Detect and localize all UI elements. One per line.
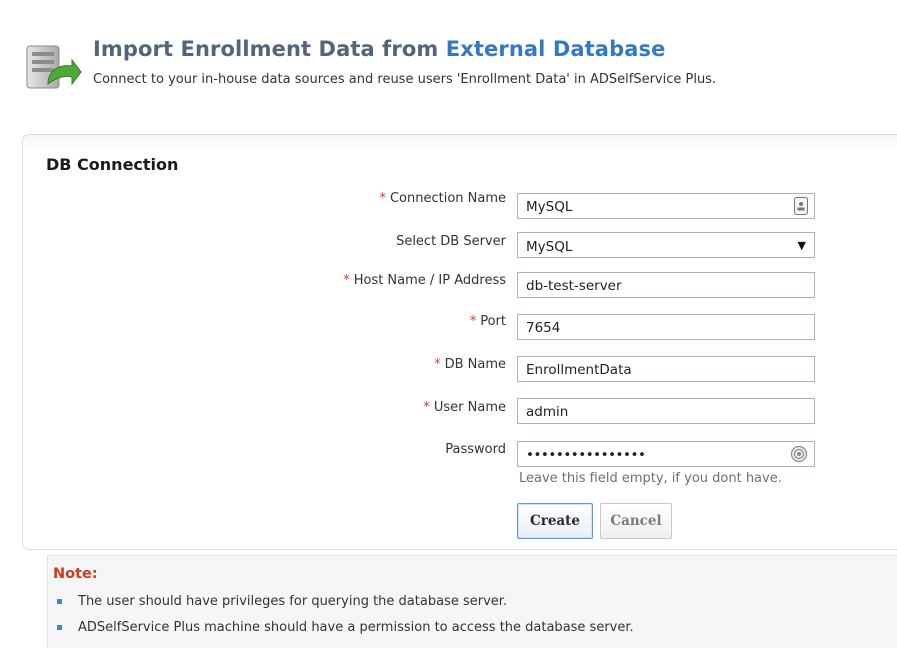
bullet-icon xyxy=(57,625,62,630)
page-title-accent: External Database xyxy=(445,37,666,61)
db-name-label-text: DB Name xyxy=(444,357,506,372)
host-label-text: Host Name / IP Address xyxy=(353,273,506,288)
required-marker: * xyxy=(343,273,350,288)
db-server-label: Select DB Server xyxy=(396,234,506,249)
port-label: * Port xyxy=(470,314,506,329)
port-label-text: Port xyxy=(480,314,506,329)
note-title: Note: xyxy=(53,566,98,582)
note-item-text: The user should have privileges for quer… xyxy=(78,594,508,609)
password-value: •••••••••••••••• xyxy=(526,447,646,463)
port-value: 7654 xyxy=(526,320,561,336)
db-server-select[interactable]: MySQL ▼ xyxy=(517,232,815,258)
page-subtitle: Connect to your in-house data sources an… xyxy=(93,72,717,87)
required-marker: * xyxy=(423,400,430,415)
section-title: DB Connection xyxy=(46,155,179,174)
contact-card-icon[interactable] xyxy=(794,197,808,224)
password-hint: Leave this field empty, if you dont have… xyxy=(519,471,782,486)
db-name-label: * DB Name xyxy=(434,357,506,372)
user-name-input[interactable]: admin xyxy=(517,398,815,424)
database-import-icon xyxy=(24,40,82,94)
host-value: db-test-server xyxy=(526,278,622,294)
note-item: ADSelfService Plus machine should have a… xyxy=(57,620,634,635)
create-button[interactable]: Create xyxy=(517,503,593,539)
host-label: * Host Name / IP Address xyxy=(343,273,506,288)
password-input[interactable]: •••••••••••••••• xyxy=(517,441,815,467)
required-marker: * xyxy=(469,314,477,329)
connection-name-label-text: Connection Name xyxy=(389,191,506,206)
db-name-value: EnrollmentData xyxy=(526,362,632,378)
port-input[interactable]: 7654 xyxy=(517,314,815,340)
required-marker: * xyxy=(434,357,441,372)
note-item: The user should have privileges for quer… xyxy=(57,594,507,609)
host-input[interactable]: db-test-server xyxy=(517,272,815,298)
show-password-icon[interactable] xyxy=(790,445,808,472)
chevron-down-icon[interactable]: ▼ xyxy=(798,233,806,259)
page-title-main: Import Enrollment Data from xyxy=(93,37,446,61)
user-name-label: * User Name xyxy=(423,400,506,415)
db-name-input[interactable]: EnrollmentData xyxy=(517,356,815,382)
connection-name-label: * Connection Name xyxy=(379,191,506,206)
import-enrollment-page: Import Enrollment Data from External Dat… xyxy=(0,0,897,648)
note-item-text: ADSelfService Plus machine should have a… xyxy=(78,620,634,635)
connection-name-input[interactable]: MySQL xyxy=(517,193,815,219)
page-title: Import Enrollment Data from External Dat… xyxy=(93,37,665,61)
connection-name-value: MySQL xyxy=(526,199,573,215)
required-marker: * xyxy=(379,191,386,206)
db-server-value: MySQL xyxy=(526,239,573,255)
user-name-label-text: User Name xyxy=(433,400,506,415)
password-label: Password xyxy=(445,442,506,457)
cancel-button[interactable]: Cancel xyxy=(600,503,672,539)
user-name-value: admin xyxy=(526,404,569,420)
bullet-icon xyxy=(57,599,62,604)
